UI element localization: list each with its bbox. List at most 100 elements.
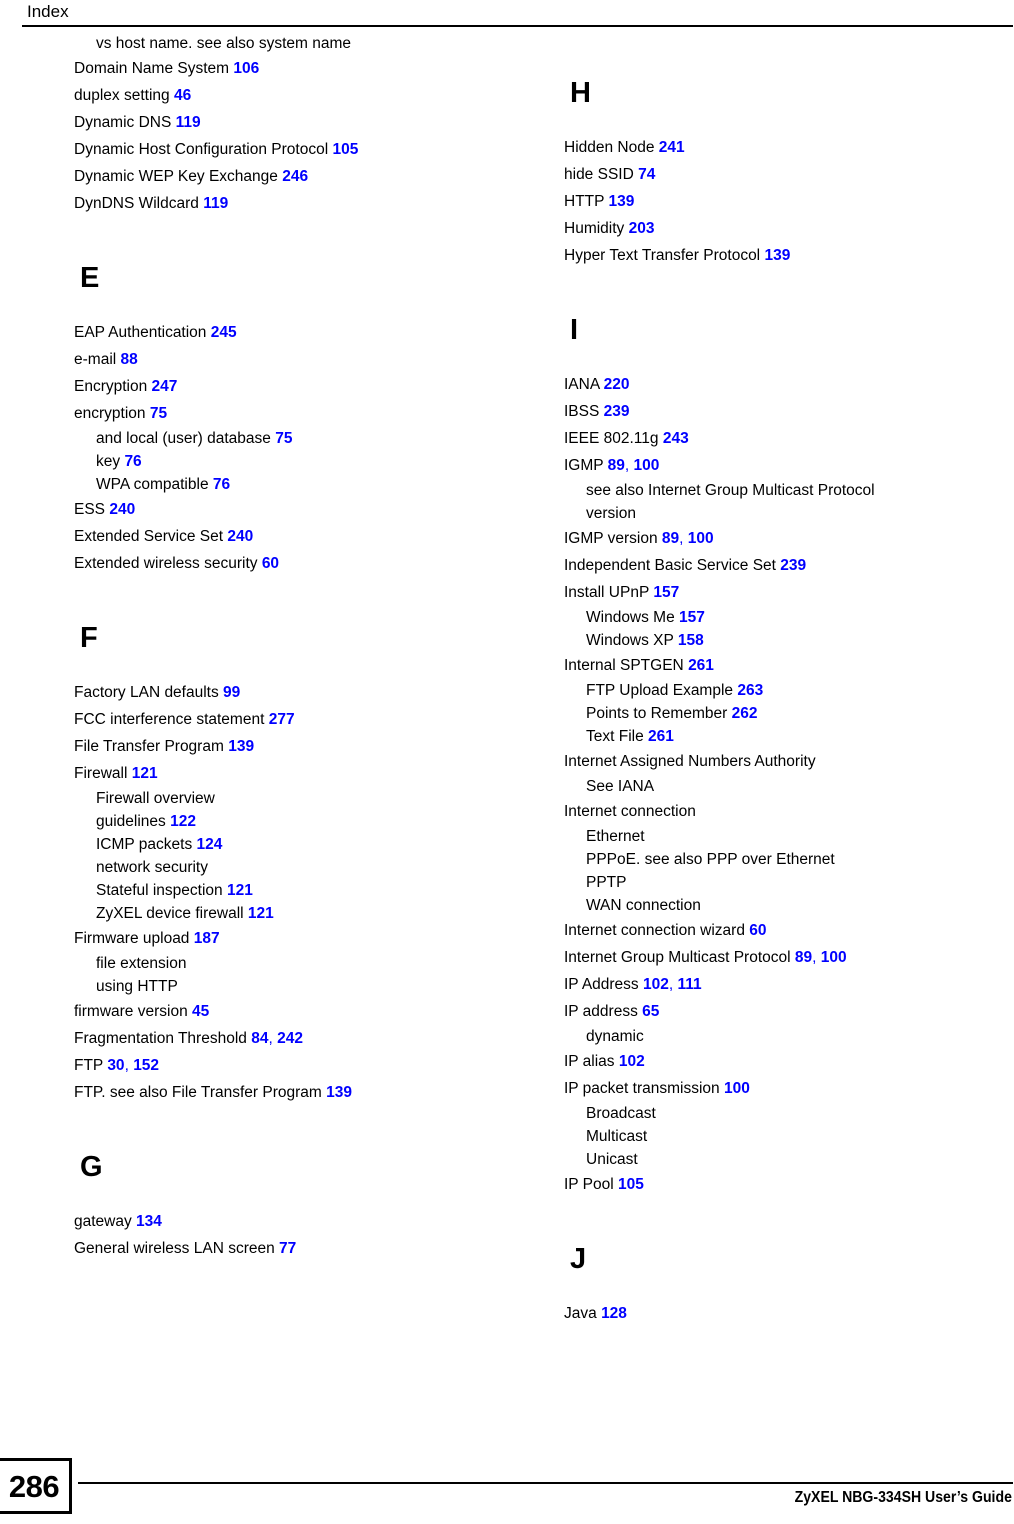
index-entry-label: Firewall overview — [96, 790, 215, 807]
index-entry: IEEE 802.11g 243 — [564, 425, 1014, 452]
index-entry-label: FTP. see also File Transfer Program — [74, 1084, 322, 1101]
page-reference[interactable]: 262 — [732, 705, 758, 722]
page-reference[interactable]: 45 — [192, 1003, 209, 1020]
page-reference[interactable]: 124 — [197, 836, 223, 853]
page-reference[interactable]: 119 — [203, 195, 228, 212]
index-subentry: ICMP packets 124 — [74, 833, 526, 856]
page-reference[interactable]: 60 — [749, 922, 766, 939]
page-reference[interactable]: 245 — [211, 324, 237, 341]
page-reference[interactable]: 102 — [643, 976, 669, 993]
index-entry: IP Pool 105 — [564, 1171, 1014, 1198]
index-entry-label: HTTP — [564, 193, 605, 210]
page-reference[interactable]: 100 — [634, 457, 660, 474]
page-reference[interactable]: 89 — [795, 949, 812, 966]
index-entry-label: Install UPnP — [564, 584, 650, 601]
page-reference[interactable]: 239 — [780, 557, 806, 574]
page-reference[interactable]: 187 — [194, 930, 220, 947]
index-entry-label: File Transfer Program — [74, 738, 224, 755]
index-entry-label: guidelines — [96, 813, 166, 830]
page-reference[interactable]: 111 — [678, 976, 702, 993]
page-reference[interactable]: 102 — [619, 1053, 645, 1070]
page-reference[interactable]: 121 — [248, 905, 274, 922]
page-reference[interactable]: 121 — [132, 765, 158, 782]
page-reference[interactable]: 246 — [282, 168, 308, 185]
page-reference[interactable]: 139 — [764, 247, 790, 264]
page-reference[interactable]: 121 — [227, 882, 253, 899]
page-reference[interactable]: 139 — [326, 1084, 352, 1101]
index-entry-label: file extension — [96, 955, 187, 972]
section-letter-H: H — [570, 77, 591, 109]
page-reference[interactable]: 242 — [277, 1030, 303, 1047]
index-entry-label: Text File — [586, 728, 644, 745]
page-reference[interactable]: 261 — [648, 728, 674, 745]
index-entry-label: ESS — [74, 501, 106, 518]
index-entry: IP alias 102 — [564, 1048, 1014, 1075]
page-reference[interactable]: 89 — [662, 530, 679, 547]
page-reference[interactable]: 46 — [174, 87, 191, 104]
page-reference[interactable]: 100 — [821, 949, 847, 966]
page-reference[interactable]: 60 — [262, 555, 279, 572]
page-reference[interactable]: 158 — [678, 632, 704, 649]
page-reference[interactable]: 105 — [618, 1176, 644, 1193]
page-reference[interactable]: 203 — [629, 220, 655, 237]
page-reference[interactable]: 128 — [601, 1305, 627, 1322]
page-reference[interactable]: 77 — [279, 1240, 296, 1257]
index-entry-label: FTP Upload Example — [586, 682, 734, 699]
index-entry-label: encryption — [74, 405, 146, 422]
page-reference[interactable]: 65 — [642, 1003, 659, 1020]
page-reference[interactable]: 239 — [604, 403, 630, 420]
index-entry-label: IP address — [564, 1003, 638, 1020]
page-reference[interactable]: 139 — [228, 738, 254, 755]
page-reference[interactable]: 277 — [269, 711, 295, 728]
index-entry-label: Dynamic WEP Key Exchange — [74, 168, 278, 185]
page-reference[interactable]: 152 — [133, 1057, 159, 1074]
page-reference[interactable]: 220 — [604, 376, 630, 393]
index-entry-label: Internet Assigned Numbers Authority — [564, 753, 816, 770]
index-entry-label: IGMP — [564, 457, 604, 474]
page-reference[interactable]: 241 — [659, 139, 685, 156]
page-reference[interactable]: 30 — [107, 1057, 124, 1074]
page-reference[interactable]: 261 — [688, 657, 714, 674]
page-reference[interactable]: 99 — [223, 684, 240, 701]
page-reference[interactable]: 119 — [176, 114, 201, 131]
index-entry: Domain Name System 106 — [74, 55, 526, 82]
index-entry: ESS 240 — [74, 496, 526, 523]
page-reference[interactable]: 247 — [152, 378, 178, 395]
index-entry: Fragmentation Threshold 84, 242 — [74, 1025, 526, 1052]
page-reference[interactable]: 88 — [121, 351, 138, 368]
index-entry-label: IP packet transmission — [564, 1080, 720, 1097]
page-reference[interactable]: 74 — [638, 166, 655, 183]
page-reference[interactable]: 100 — [724, 1080, 750, 1097]
page-reference[interactable]: 105 — [332, 141, 358, 158]
page-reference[interactable]: 106 — [233, 60, 259, 77]
index-entry-label: Java — [564, 1305, 597, 1322]
page-reference[interactable]: 134 — [136, 1213, 162, 1230]
page-reference[interactable]: 122 — [170, 813, 196, 830]
page-reference[interactable]: 240 — [227, 528, 253, 545]
index-entry-label: Firewall — [74, 765, 128, 782]
index-subentry: Windows XP 158 — [564, 629, 1014, 652]
page-reference[interactable]: 76 — [124, 453, 141, 470]
page-reference[interactable]: 84 — [251, 1030, 268, 1047]
page-reference[interactable]: 89 — [608, 457, 625, 474]
page-reference[interactable]: 157 — [653, 584, 679, 601]
page-reference[interactable]: 243 — [663, 430, 689, 447]
page-reference[interactable]: 76 — [213, 476, 230, 493]
index-entry-label: Hidden Node — [564, 139, 655, 156]
index-entry-label: FTP — [74, 1057, 103, 1074]
page-reference[interactable]: 75 — [150, 405, 167, 422]
page-reference[interactable]: 157 — [679, 609, 705, 626]
index-subentry: using HTTP — [74, 975, 526, 998]
page-reference[interactable]: 139 — [609, 193, 635, 210]
index-entry: duplex setting 46 — [74, 82, 526, 109]
page-reference[interactable]: 100 — [688, 530, 714, 547]
index-section-I: I IANA 220 IBSS 239 IEEE 802.11g 243 IGMP 89… — [564, 269, 1014, 1198]
page-reference[interactable]: 263 — [737, 682, 763, 699]
index-section-continued: vs host name. see also system name Domain… — [74, 32, 526, 217]
page-reference[interactable]: 240 — [109, 501, 135, 518]
guide-title: ZyXEL NBG-334SH User’s Guide — [794, 1489, 1012, 1506]
index-subentry: Broadcast — [564, 1102, 1014, 1125]
page-reference[interactable]: 75 — [275, 430, 292, 447]
page-number-box: 286 — [0, 1458, 72, 1514]
